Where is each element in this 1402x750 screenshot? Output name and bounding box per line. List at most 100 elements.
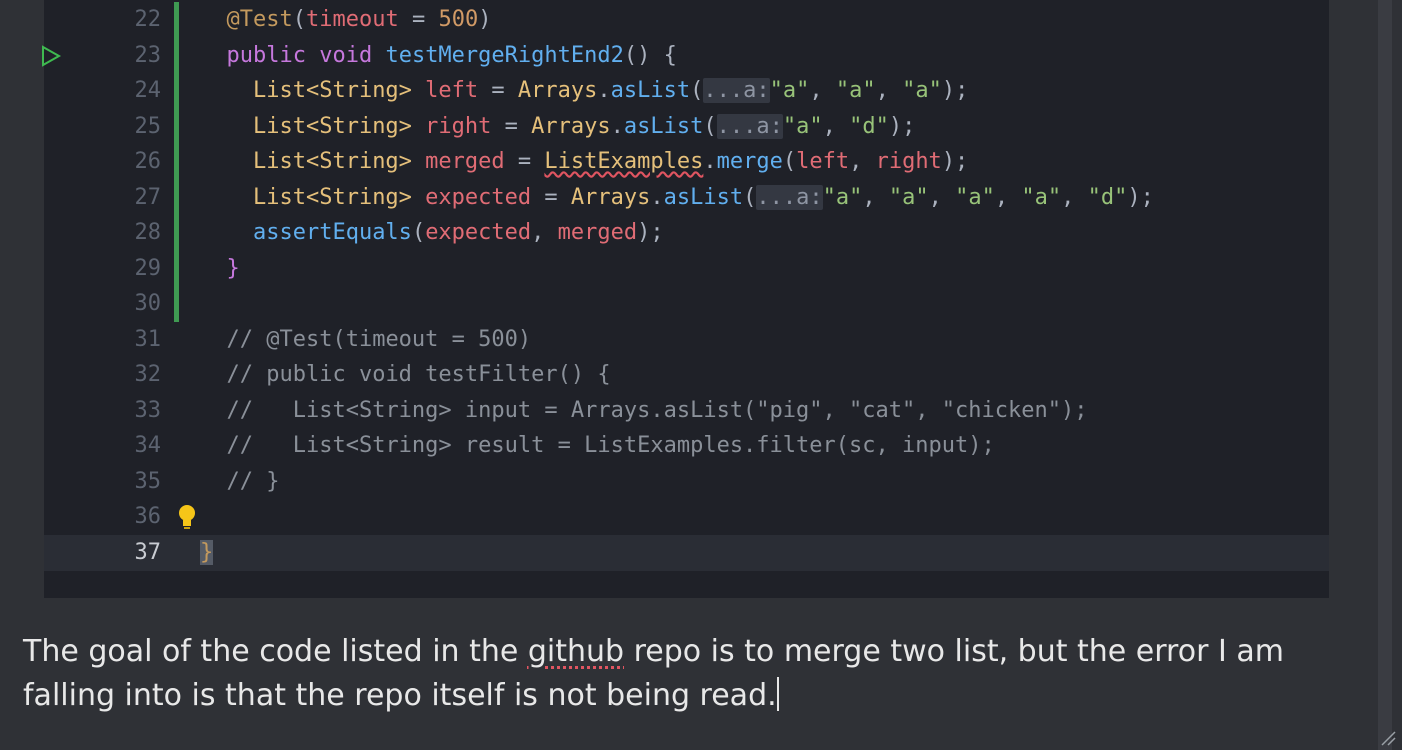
code-line[interactable]: 34 // List<String> result = ListExamples…	[44, 428, 1329, 464]
line-number: 31	[134, 326, 162, 352]
code-token: =	[531, 184, 571, 210]
code-token: merged	[425, 149, 505, 174]
scrollbar[interactable]	[1378, 0, 1402, 750]
code-token: "a"	[955, 184, 995, 210]
code-token: ,	[994, 184, 1022, 210]
code-token: expected	[425, 220, 532, 245]
code-token: asList	[610, 78, 691, 103]
code-line[interactable]: 35 // }	[44, 464, 1329, 500]
code-token: "a"	[769, 78, 810, 103]
code-token: );	[1127, 184, 1154, 210]
code-token: // }	[226, 468, 280, 494]
code-line[interactable]: 25 List<String> right = Arrays.asList(..…	[44, 109, 1329, 145]
line-number: 24	[134, 78, 162, 103]
code-token: // public void testFilter() {	[226, 362, 611, 387]
code-editor[interactable]: 22 @Test(timeout = 500) 23 public void te…	[42, 0, 1329, 598]
code-token: =	[491, 113, 532, 139]
code-token: (	[782, 149, 797, 174]
line-number: 29	[134, 255, 162, 281]
code-line[interactable]: 37}	[44, 534, 1329, 571]
line-number: 25	[134, 113, 162, 139]
code-token: // List<String> input = Arrays.asList("p…	[226, 397, 1088, 423]
code-token: "a"	[782, 113, 823, 139]
code-line[interactable]: 29 }	[44, 251, 1329, 287]
scrollbar-thumb[interactable]	[1378, 0, 1392, 750]
code-token: // List<String> result = ListExamples.fi…	[226, 433, 995, 458]
code-text: // List<String> result = ListExamples.fi…	[200, 428, 995, 464]
code-token: ,	[531, 220, 558, 245]
line-number: 33	[134, 397, 162, 423]
code-token: ,	[875, 78, 903, 103]
code-token: }	[226, 255, 240, 281]
code-text: List<String> expected = Arrays.asList(..…	[200, 180, 1154, 216]
code-token: List<String>	[252, 113, 426, 139]
code-token: List<String>	[252, 184, 426, 210]
code-token: testMergeRightEnd2	[385, 42, 624, 68]
code-token: left	[425, 78, 479, 103]
line-number: 28	[134, 220, 162, 245]
run-triangle-icon[interactable]	[40, 44, 62, 67]
code-token: Arrays	[517, 78, 598, 103]
code-line[interactable]: 32 // public void testFilter() {	[44, 357, 1329, 393]
lightbulb-icon[interactable]	[176, 503, 198, 531]
code-text: assertEquals(expected, merged);	[200, 215, 664, 251]
code-line[interactable]: 24 List<String> left = Arrays.asList(...…	[44, 73, 1329, 109]
line-number: 32	[134, 362, 162, 387]
code-token: // @Test(timeout = 500)	[226, 326, 532, 352]
code-line[interactable]: 33 // List<String> input = Arrays.asList…	[44, 393, 1329, 429]
code-token: merged	[557, 220, 638, 245]
code-token: =	[478, 78, 518, 103]
code-token: );	[941, 78, 969, 103]
code-line[interactable]: 26 List<String> merged = ListExamples.me…	[44, 144, 1329, 180]
code-token: );	[941, 149, 969, 174]
code-token: Arrays	[570, 184, 651, 210]
code-token: timeout	[305, 7, 399, 32]
code-token: 500	[438, 7, 479, 32]
code-token: asList	[623, 113, 704, 139]
code-line[interactable]: 31 // @Test(timeout = 500)	[44, 322, 1329, 358]
code-text: public void testMergeRightEnd2() {	[200, 38, 677, 74]
code-line[interactable]: 36	[44, 499, 1329, 535]
code-token: (	[690, 78, 704, 103]
code-text: List<String> right = Arrays.asList(...a:…	[200, 109, 915, 145]
line-number: 23	[134, 42, 162, 68]
code-token: ,	[809, 78, 836, 103]
code-token: .	[597, 78, 611, 103]
code-token: ,	[822, 113, 850, 139]
code-token: ,	[1061, 184, 1088, 210]
line-number: 30	[134, 291, 162, 316]
line-number: 36	[134, 504, 162, 529]
code-token: expected	[425, 184, 532, 210]
code-token: left	[796, 149, 850, 174]
code-token: @Test	[226, 7, 293, 32]
code-token: ,	[928, 184, 956, 210]
code-token: (	[292, 7, 306, 32]
code-text: @Test(timeout = 500)	[200, 2, 492, 38]
code-token: "d"	[1087, 184, 1128, 210]
question-text[interactable]: The goal of the code listed in the githu…	[23, 630, 1353, 718]
line-number: 27	[134, 184, 162, 210]
text-caret	[776, 677, 779, 711]
code-line[interactable]: 23 public void testMergeRightEnd2() {	[42, 38, 1329, 74]
code-line[interactable]: 28 assertEquals(expected, merged);	[44, 215, 1329, 251]
line-number: 34	[134, 433, 162, 458]
code-token: right	[425, 113, 492, 139]
line-number: 26	[134, 149, 162, 174]
code-line[interactable]: 22 @Test(timeout = 500)	[44, 2, 1329, 38]
line-number: 22	[134, 7, 162, 32]
code-line[interactable]: 30	[44, 286, 1329, 322]
code-token: (	[703, 113, 717, 139]
resize-handle-icon[interactable]	[1380, 730, 1396, 746]
code-token: "a"	[835, 78, 876, 103]
code-token: (	[743, 184, 757, 210]
code-token: }	[200, 539, 214, 565]
code-line[interactable]: 27 List<String> expected = Arrays.asList…	[44, 180, 1329, 216]
code-token: public void	[226, 42, 386, 68]
code-text: List<String> left = Arrays.asList(...a:"…	[200, 73, 968, 109]
code-token: "a"	[902, 78, 942, 103]
code-token: (	[411, 220, 426, 245]
code-token: assertEquals	[252, 220, 412, 245]
code-token: Arrays	[531, 113, 611, 139]
code-text: }	[200, 535, 214, 571]
code-text: }	[200, 251, 240, 287]
